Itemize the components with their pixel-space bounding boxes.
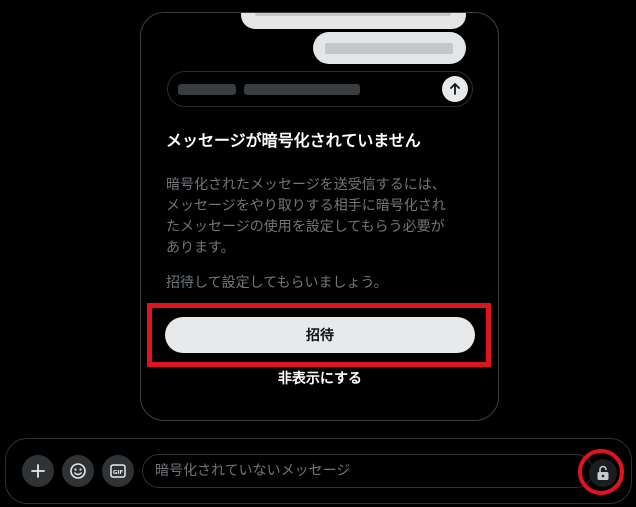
notice-description-line: 暗号化されたメッセージを送受信するには、 — [166, 177, 446, 193]
notice-title: メッセージが暗号化されていません — [166, 131, 421, 150]
notice-description-line: たメッセージの使用を設定してもらう必要が — [166, 219, 445, 235]
sample-message-bubble — [241, 13, 466, 29]
sample-composer-preview — [167, 71, 473, 107]
plus-icon[interactable] — [22, 455, 54, 487]
notice-description-line: あります。 — [166, 240, 235, 256]
invite-highlight-annotation — [147, 303, 491, 367]
placeholder-line — [325, 43, 453, 54]
message-input[interactable] — [142, 454, 593, 488]
gif-icon[interactable]: GIF — [102, 455, 134, 487]
placeholder-line — [244, 84, 360, 95]
svg-text:GIF: GIF — [113, 470, 124, 476]
dm-conversation-view: メッセージが暗号化されていません 暗号化されたメッセージを送受信するには、 メッ… — [0, 0, 636, 507]
sample-message-bubble — [313, 32, 466, 64]
placeholder-line — [178, 84, 236, 95]
emoji-icon[interactable] — [62, 455, 94, 487]
notice-description: 暗号化されたメッセージを送受信するには、 メッセージをやり取りする相手に暗号化さ… — [166, 175, 472, 259]
message-composer: GIF — [5, 438, 632, 504]
arrow-up-icon — [442, 76, 468, 102]
notice-description-line: メッセージをやり取りする相手に暗号化され — [166, 198, 446, 214]
lock-highlight-annotation — [578, 449, 624, 495]
placeholder-line — [255, 13, 451, 16]
notice-hint: 招待して設定してもらいましょう。 — [166, 275, 388, 291]
hide-button[interactable]: 非表示にする — [165, 367, 475, 389]
